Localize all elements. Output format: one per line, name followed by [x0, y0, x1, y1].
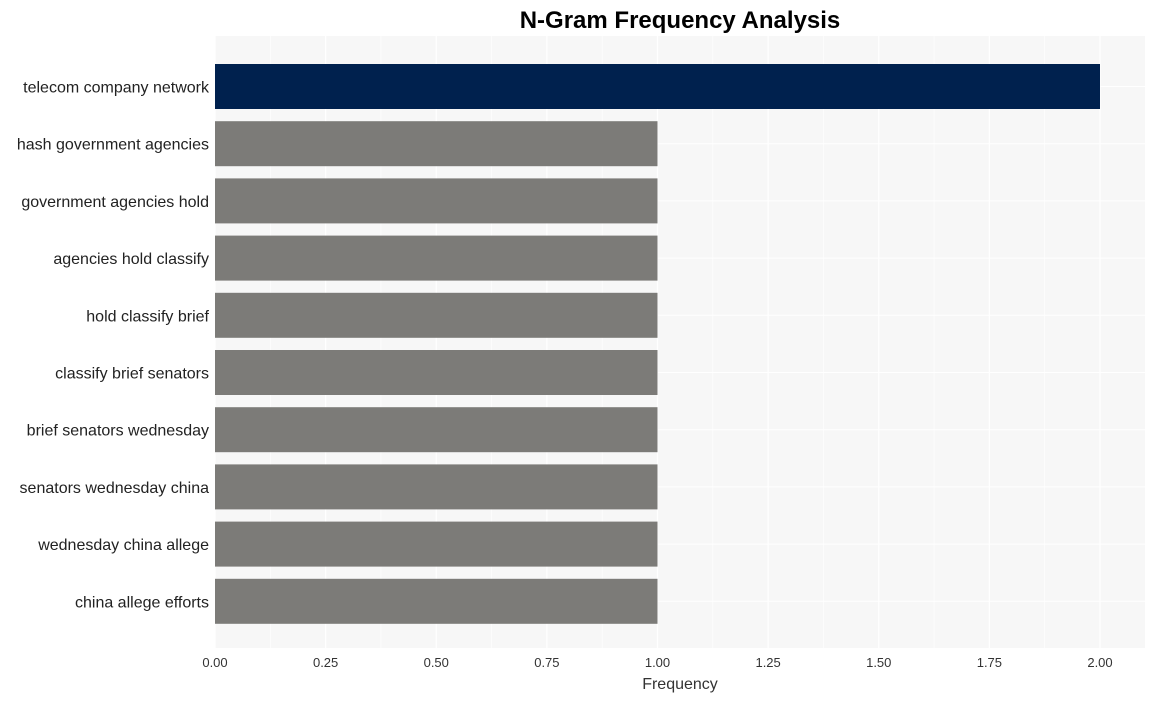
y-tick-label: government agencies hold	[21, 194, 209, 211]
x-tick-label: 0.75	[534, 655, 559, 670]
x-tick-label: 0.25	[313, 655, 338, 670]
bar	[215, 292, 658, 338]
x-tick-label: 0.50	[424, 655, 449, 670]
bar	[215, 121, 658, 167]
x-tick-label: 1.50	[866, 655, 891, 670]
y-tick-label: wednesday china allege	[37, 537, 209, 554]
y-axis-labels: telecom company network hash government a…	[17, 80, 210, 612]
y-tick-label: brief senators wednesday	[27, 423, 209, 440]
x-tick-label: 0.00	[202, 655, 227, 670]
bar	[215, 464, 658, 510]
y-tick-label: hash government agencies	[17, 137, 209, 154]
x-axis-ticks: 0.00 0.25 0.50 0.75 1.00 1.25 1.50 1.75 2.00	[202, 655, 1112, 670]
y-tick-label: agencies hold classify	[53, 251, 209, 268]
y-tick-label: telecom company network	[23, 80, 210, 97]
bar	[215, 350, 658, 395]
bar	[215, 521, 658, 567]
chart-title: N-Gram Frequency Analysis	[520, 7, 841, 34]
bar	[215, 235, 658, 281]
y-tick-label: china allege efforts	[75, 594, 209, 611]
y-tick-label: classify brief senators	[55, 366, 209, 383]
y-tick-label: hold classify brief	[86, 308, 209, 325]
x-tick-label: 2.00	[1087, 655, 1112, 670]
chart: telecom company network hash government a…	[17, 7, 1145, 693]
bar	[215, 64, 1100, 109]
x-tick-label: 1.00	[645, 655, 670, 670]
bar	[215, 578, 658, 624]
bar	[215, 407, 658, 453]
bar	[215, 178, 658, 224]
x-tick-label: 1.25	[755, 655, 780, 670]
x-tick-label: 1.75	[977, 655, 1002, 670]
x-axis-label: Frequency	[642, 676, 718, 693]
y-tick-label: senators wednesday china	[20, 480, 210, 497]
